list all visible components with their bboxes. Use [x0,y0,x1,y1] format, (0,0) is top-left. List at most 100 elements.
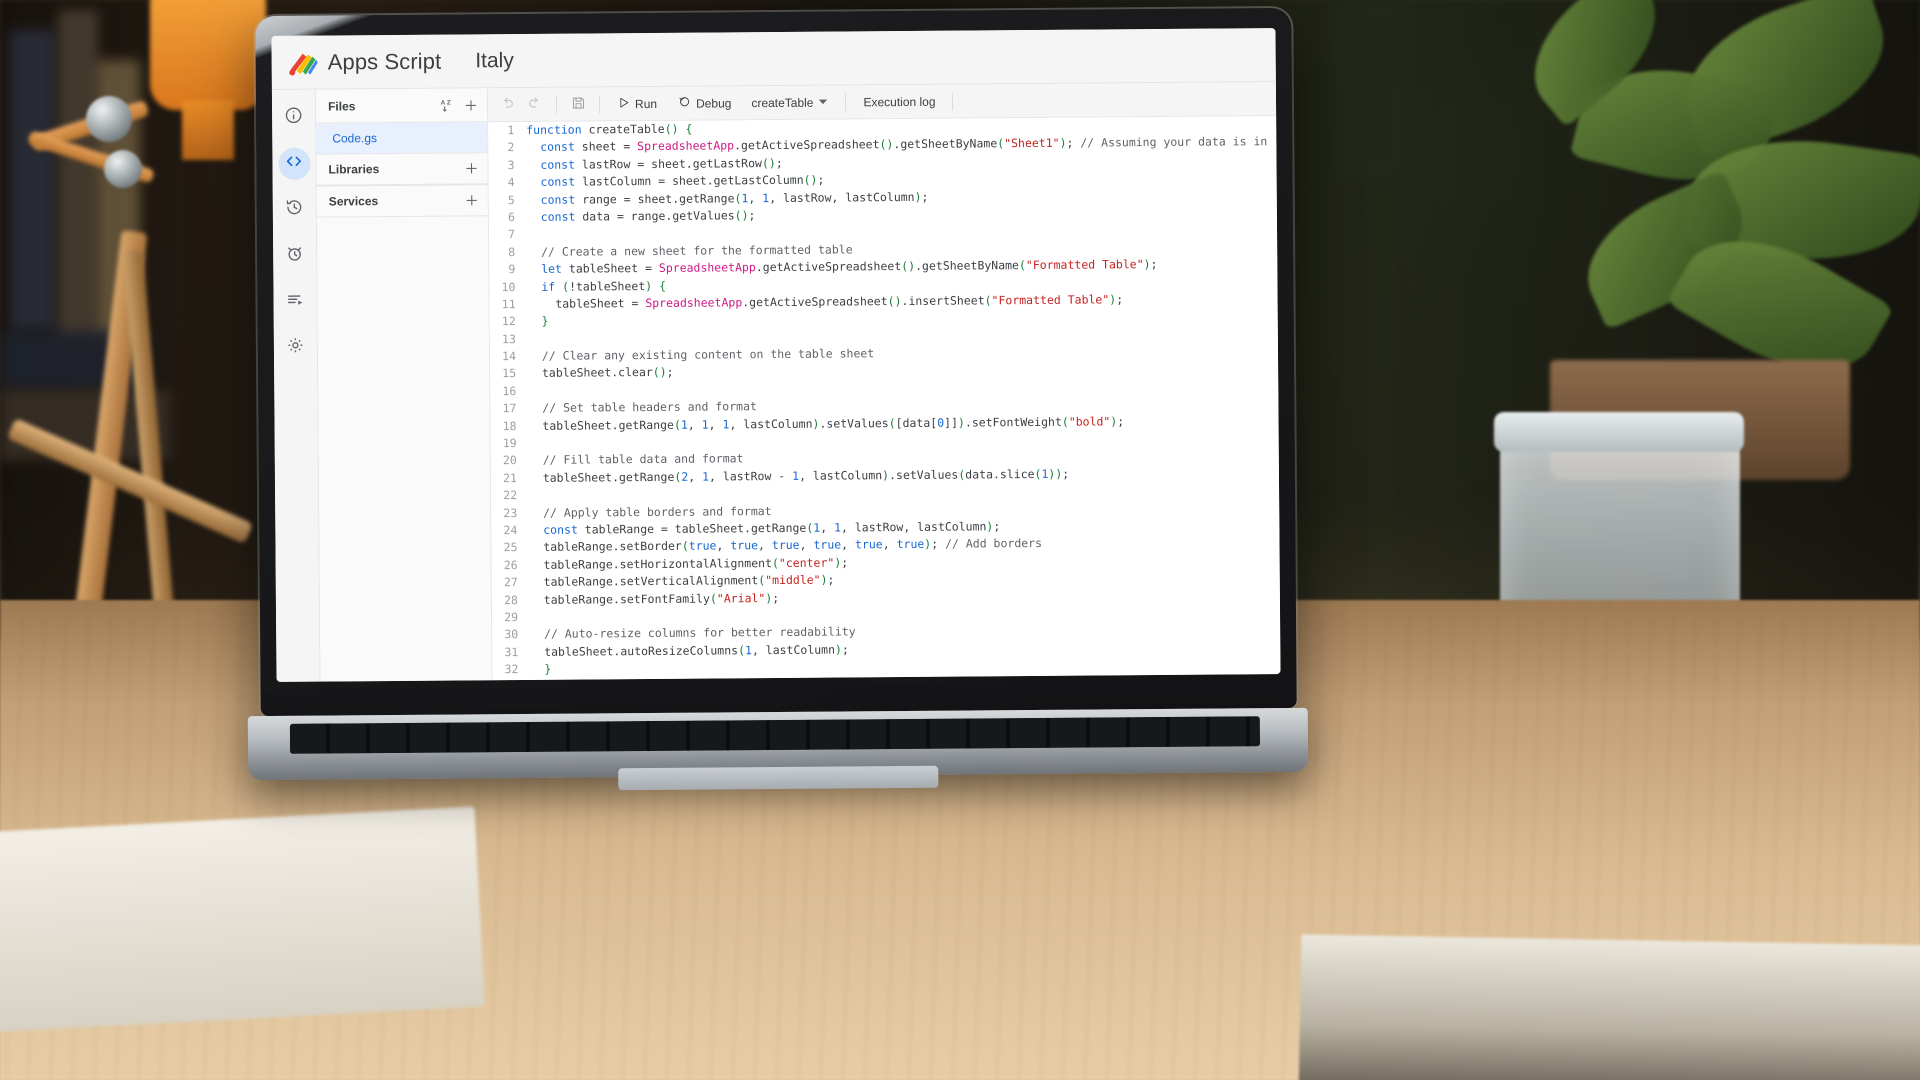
app-name: Apps Script [327,48,442,75]
line-number: 8 [508,244,516,259]
debug-button[interactable]: Debug [668,91,741,116]
add-library-plus-icon[interactable] [461,158,481,178]
rail-item-editor[interactable] [277,147,311,180]
line-number: 20 [502,453,517,468]
laptop: Apps Script Italy Files A Z Code.gs Libr… [247,7,1309,791]
rail-item-project-history[interactable] [278,194,310,226]
section-libraries[interactable]: Libraries [316,152,488,186]
files-panel: Files A Z Code.gs Libraries Services [315,88,493,682]
line-number: 14 [502,349,517,364]
run-button[interactable]: Run [608,91,666,115]
line-number: 29 [504,609,519,625]
section-label-libraries: Libraries [328,162,380,177]
sort-az-icon[interactable]: A Z [437,95,457,115]
info-circle-icon [284,106,303,130]
left-rail [271,89,321,682]
line-number: 25 [503,540,518,555]
apps-script-logo-icon [288,49,318,76]
laptop-keyboard [289,716,1261,754]
debug-bug-icon [677,95,691,112]
redo-button[interactable] [522,92,548,116]
tripod-knob [104,150,142,188]
editor-main: Run Debug createTable Execution log 1 fu… [487,82,1281,681]
play-triangle-icon [617,96,630,112]
line-number: 31 [504,644,519,659]
app-header: Apps Script Italy [271,28,1276,90]
history-clock-icon [285,198,304,222]
line-number: 2 [507,140,515,155]
file-name-label: Code.gs [332,131,378,146]
undo-button[interactable] [494,93,520,117]
line-number: 21 [503,470,518,485]
line-number: 30 [504,627,519,642]
orange-tripod-head [150,0,266,110]
line-number: 23 [503,505,518,520]
project-title[interactable]: Italy [475,49,514,73]
execution-log-label: Execution log [863,94,936,109]
add-file-plus-icon[interactable] [461,95,481,115]
orange-tripod-neck [182,100,234,160]
run-label: Run [634,96,658,111]
tripod-knob [86,96,132,142]
save-button[interactable] [565,92,591,116]
toolbar-divider [598,94,601,113]
notebook [0,806,485,1034]
function-selector[interactable]: createTable [742,90,837,115]
line-number: 28 [503,592,518,607]
rail-item-executions[interactable] [279,286,311,318]
code-editor[interactable]: 1 function createTable() {2 const sheet =… [488,116,1281,681]
alarm-clock-icon [285,244,304,268]
svg-text:Z: Z [446,99,450,106]
rail-item-overview[interactable] [277,102,309,134]
background-book [10,30,56,330]
line-number: 7 [508,227,516,242]
section-services[interactable]: Services [316,184,488,218]
line-number: 5 [507,192,515,207]
background-book [1330,0,1410,180]
add-service-plus-icon[interactable] [462,190,482,210]
gear-icon [286,336,305,360]
line-number: 22 [503,488,518,503]
line-number: 19 [502,436,517,451]
line-number: 3 [507,157,515,172]
rail-item-triggers[interactable] [279,240,311,272]
line-number: 13 [501,331,516,346]
executions-list-icon [285,290,304,314]
files-header-label: Files [327,98,356,114]
laptop-trackpad [618,765,939,791]
section-label-services: Services [328,194,379,209]
line-number: 32 [504,662,519,677]
redo-arrow-icon [527,95,543,114]
toolbar-divider [845,92,847,111]
rail-item-settings[interactable] [279,332,311,364]
toolbar-divider [952,92,954,111]
undo-arrow-icon [499,95,515,114]
save-disk-icon [570,95,585,113]
app-body: Files A Z Code.gs Libraries Services Run… [271,82,1281,682]
glass-jar-lid [1494,412,1744,452]
line-number: 24 [503,523,518,538]
chevron-down-icon [818,95,828,109]
line-number: 26 [503,557,518,572]
line-number: 15 [502,366,517,381]
book-stack [1298,934,1920,1080]
laptop-base [247,707,1309,791]
line-number: 27 [503,575,518,590]
line-number: 17 [502,401,517,416]
files-panel-header: Files A Z [315,88,488,124]
execution-log-button[interactable]: Execution log [854,89,944,114]
code-lines-container: 1 function createTable() {2 const sheet =… [488,116,1281,679]
line-number: 16 [502,383,517,399]
file-item-code-gs[interactable]: Code.gs [316,122,488,154]
debug-label: Debug [695,95,732,111]
line-number: 10 [501,279,516,294]
apps-script-window: Apps Script Italy Files A Z Code.gs Libr… [271,28,1281,682]
line-number: 9 [508,262,516,277]
line-number: 6 [507,209,515,225]
line-number: 11 [501,296,516,312]
function-selector-value: createTable [751,95,814,110]
line-number: 1 [507,123,515,138]
